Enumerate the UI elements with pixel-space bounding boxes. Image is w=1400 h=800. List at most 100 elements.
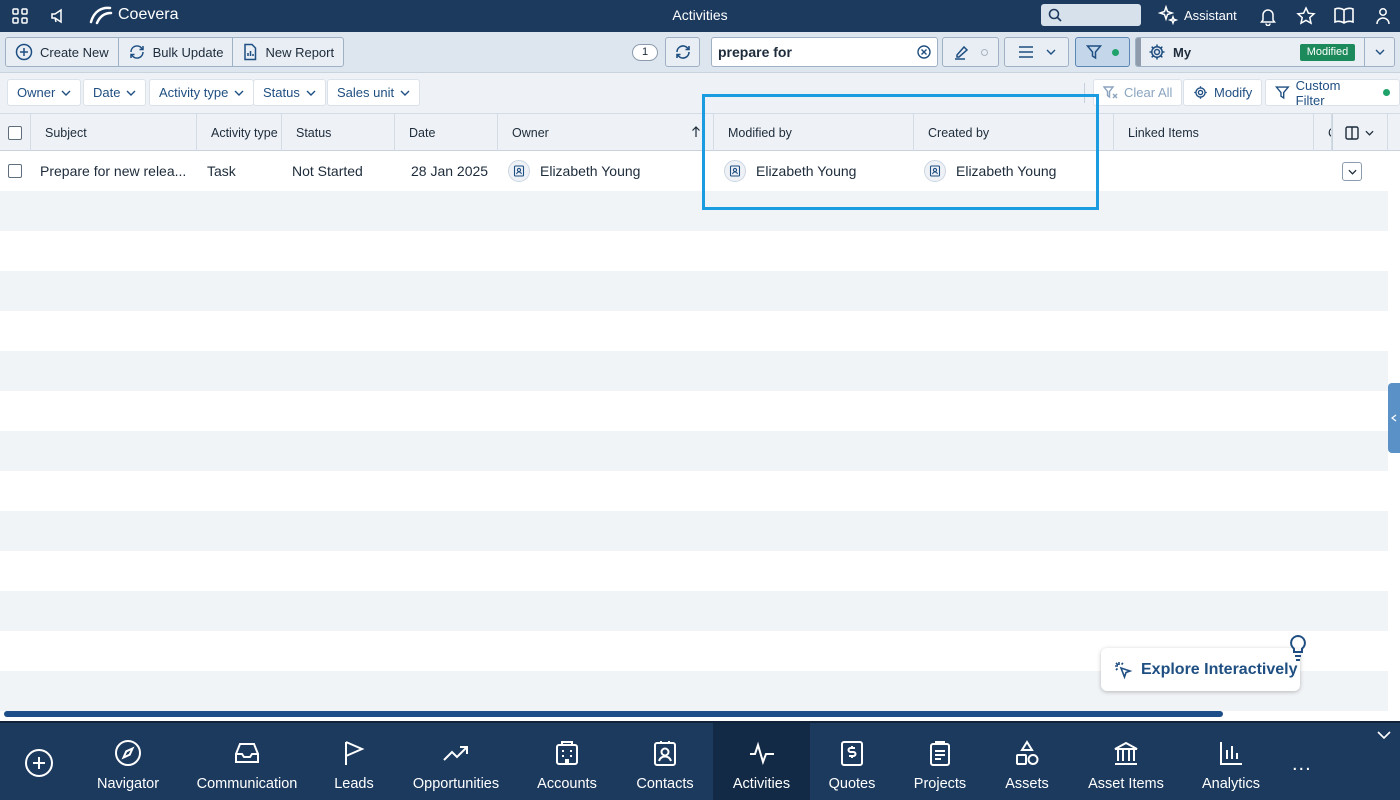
search-input[interactable] xyxy=(718,44,908,60)
filter-chip-label: Date xyxy=(93,85,121,100)
star-icon[interactable] xyxy=(1295,5,1317,27)
nav-assets[interactable]: Assets xyxy=(992,723,1062,800)
cell-created-by[interactable]: Elizabeth Young xyxy=(924,151,1109,191)
bottom-navigation: Navigator Communication Leads Opportunit… xyxy=(0,721,1400,800)
brand-logo[interactable]: Coevera xyxy=(88,5,178,25)
nav-label: Assets xyxy=(1005,776,1049,792)
highlight-toggle-button[interactable] xyxy=(942,37,999,67)
nav-collapse-chevron-icon[interactable] xyxy=(1377,731,1391,740)
filter-toggle-button[interactable] xyxy=(1075,37,1130,67)
lightbulb-icon[interactable] xyxy=(1287,634,1309,662)
filter-chip-sales-unit[interactable]: Sales unit xyxy=(327,79,421,106)
nav-analytics[interactable]: Analytics xyxy=(1194,723,1268,800)
column-chooser-button[interactable] xyxy=(1332,114,1388,151)
filter-chip-status[interactable]: Status xyxy=(253,79,326,106)
side-panel-toggle[interactable] xyxy=(1388,383,1400,453)
nav-label: Accounts xyxy=(537,776,597,792)
column-header-truncated[interactable]: C xyxy=(1314,114,1332,151)
nav-accounts[interactable]: Accounts xyxy=(527,723,607,800)
column-header-label: Subject xyxy=(45,125,87,140)
nav-activities[interactable]: Activities xyxy=(713,723,810,800)
compass-icon xyxy=(115,740,141,766)
empty-row xyxy=(0,551,1388,591)
horizontal-scrollbar[interactable] xyxy=(4,711,1223,717)
nav-asset-items[interactable]: Asset Items xyxy=(1078,723,1174,800)
row-actions-button[interactable] xyxy=(1342,162,1362,181)
cell-modified-by[interactable]: Elizabeth Young xyxy=(724,151,909,191)
institution-icon xyxy=(1114,741,1138,765)
filter-active-dot xyxy=(1112,48,1119,56)
clear-search-icon[interactable] xyxy=(917,45,931,59)
assistant-button[interactable]: Assistant xyxy=(1158,5,1237,25)
book-icon[interactable] xyxy=(1333,5,1355,27)
nav-communication[interactable]: Communication xyxy=(190,723,304,800)
table-body: Prepare for new relea... Task Not Starte… xyxy=(0,151,1388,711)
highlight-status-dot xyxy=(981,48,988,56)
contact-card-icon xyxy=(654,741,676,766)
user-icon[interactable] xyxy=(1372,5,1394,27)
modify-filter-button[interactable]: Modify xyxy=(1183,79,1263,106)
view-selector[interactable]: My Modified xyxy=(1135,37,1395,67)
list-options-button[interactable] xyxy=(1004,37,1069,67)
view-dropdown-chevron-icon[interactable] xyxy=(1364,38,1394,66)
row-checkbox[interactable] xyxy=(8,164,22,178)
column-header-date[interactable]: Date xyxy=(395,114,498,151)
column-header-label: Created by xyxy=(928,125,990,140)
contact-avatar-icon xyxy=(924,160,946,182)
building-icon xyxy=(556,741,578,765)
chevron-down-icon xyxy=(306,90,316,96)
refresh-button[interactable] xyxy=(665,37,700,67)
select-all-checkbox[interactable] xyxy=(8,125,22,140)
column-header-created-by[interactable]: Created by xyxy=(914,114,1114,151)
empty-row xyxy=(0,351,1388,391)
bell-icon[interactable] xyxy=(1257,5,1279,27)
app-grid-icon[interactable] xyxy=(9,5,31,27)
gear-icon[interactable] xyxy=(1148,43,1166,61)
plus-circle-icon xyxy=(15,43,33,61)
new-report-button[interactable]: New Report xyxy=(233,38,343,66)
global-search-input[interactable] xyxy=(1041,4,1141,26)
column-header-status[interactable]: Status xyxy=(282,114,395,151)
nav-quotes[interactable]: Quotes xyxy=(817,723,887,800)
bar-chart-icon xyxy=(1220,742,1242,765)
filter-divider xyxy=(1084,83,1085,103)
nav-navigator[interactable]: Navigator xyxy=(88,723,168,800)
filter-chip-activity-type[interactable]: Activity type xyxy=(149,79,255,106)
create-new-label: Create New xyxy=(40,44,109,60)
megaphone-icon[interactable] xyxy=(47,5,69,27)
new-report-label: New Report xyxy=(265,44,335,60)
cell-subject[interactable]: Prepare for new relea... xyxy=(40,151,190,191)
column-header-activity-type[interactable]: Activity type xyxy=(197,114,282,151)
create-new-button[interactable]: Create New xyxy=(6,38,119,66)
column-header-modified-by[interactable]: Modified by xyxy=(714,114,914,151)
column-header-label: Linked Items xyxy=(1128,125,1199,140)
nav-opportunities[interactable]: Opportunities xyxy=(404,723,508,800)
column-header-label: Date xyxy=(409,125,436,140)
add-circle-icon[interactable] xyxy=(24,748,54,778)
chevron-down-icon xyxy=(126,90,136,96)
bulk-update-button[interactable]: Bulk Update xyxy=(119,38,234,66)
custom-filter-button[interactable]: Custom Filter xyxy=(1265,78,1400,108)
cell-owner[interactable]: Elizabeth Young xyxy=(508,151,708,191)
nav-label: Projects xyxy=(913,776,967,792)
explore-interactively-button[interactable]: Explore Interactively xyxy=(1101,648,1300,691)
nav-label: Communication xyxy=(196,776,298,792)
column-header-label: Modified by xyxy=(728,125,792,140)
column-header-owner[interactable]: Owner xyxy=(498,114,714,151)
search-field[interactable] xyxy=(711,37,938,67)
clear-all-button[interactable]: Clear All xyxy=(1093,79,1183,106)
column-header-linked-items[interactable]: Linked Items xyxy=(1114,114,1314,151)
filter-chip-owner[interactable]: Owner xyxy=(7,79,82,106)
chevron-down-icon xyxy=(1347,169,1357,175)
table-row[interactable]: Prepare for new relea... Task Not Starte… xyxy=(0,151,1388,191)
filter-bar: Owner Date Activity type Status Sales un… xyxy=(0,73,1400,114)
shapes-icon xyxy=(1016,740,1039,765)
nav-more-button[interactable]: ... xyxy=(1292,753,1312,776)
nav-leads[interactable]: Leads xyxy=(324,723,384,800)
filter-chip-date[interactable]: Date xyxy=(83,79,147,106)
columns-icon xyxy=(1345,125,1359,140)
nav-contacts[interactable]: Contacts xyxy=(625,723,705,800)
nav-label: Navigator xyxy=(96,776,160,792)
column-header-subject[interactable]: Subject xyxy=(31,114,197,151)
nav-projects[interactable]: Projects xyxy=(902,723,978,800)
